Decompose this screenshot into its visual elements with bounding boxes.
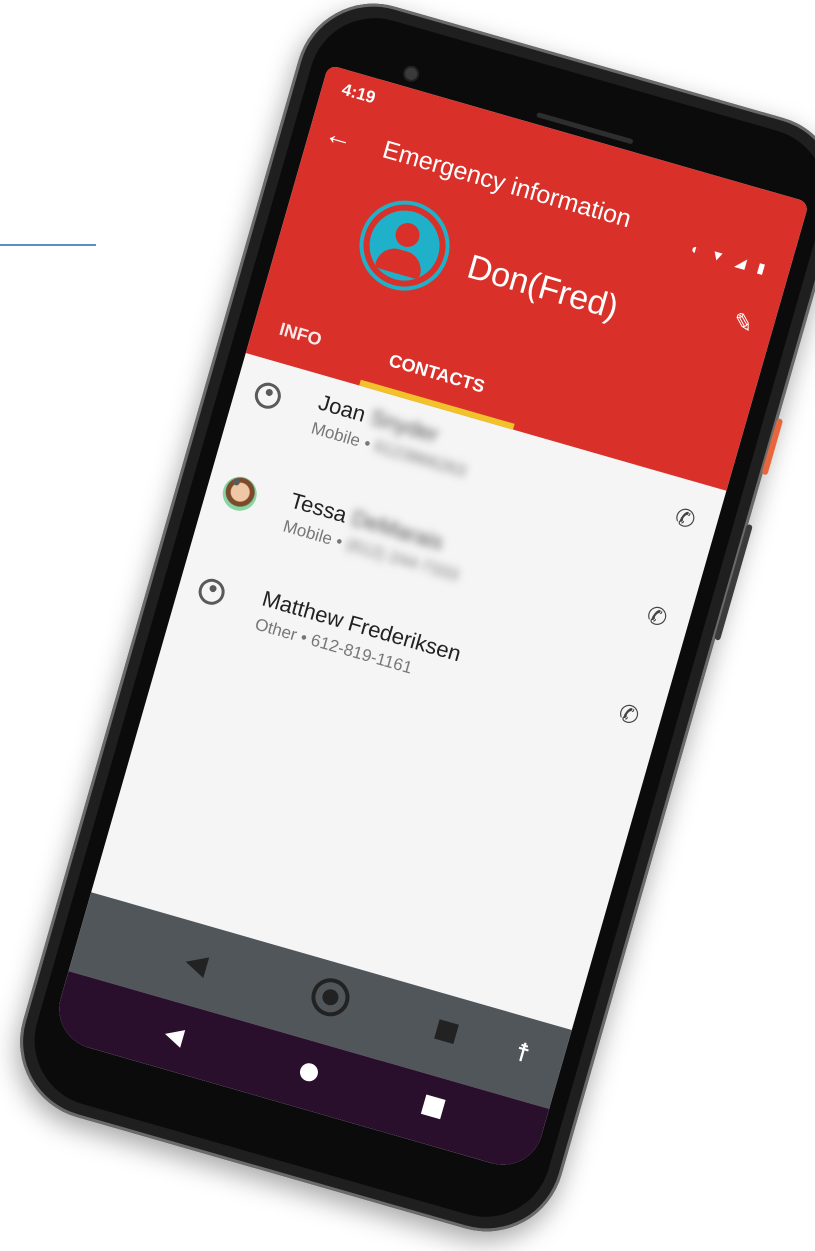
call-phone-icon[interactable]: ✆ [643,600,670,633]
edit-pencil-icon[interactable]: ✎ [729,307,757,340]
separator: • [298,627,310,648]
contact-avatar-icon [251,379,284,412]
status-time: 4:19 [339,79,378,108]
nav-back-icon[interactable]: ◀ [182,944,212,982]
separator: • [333,531,345,552]
phone-device: 4:19 ◐ ▼ ◢ ▮ ← Emergency information ✎ D… [1,0,815,1250]
back-arrow-icon[interactable]: ← [322,117,357,155]
system-home-icon[interactable] [297,1061,321,1084]
nav-recents-icon[interactable] [434,1019,459,1044]
call-phone-icon[interactable]: ✆ [615,698,642,731]
separator: • [361,433,373,454]
nav-home-icon[interactable] [306,973,354,1021]
tab-info[interactable]: INFO [277,319,324,351]
call-phone-icon[interactable]: ✆ [671,502,699,535]
status-icons: ◐ ▼ ◢ ▮ [689,240,772,278]
profile-name: Don(Fred) [463,247,623,327]
accessibility-icon[interactable]: ☨ [512,1036,534,1070]
profile-avatar-icon [361,202,448,289]
system-recents-icon[interactable] [420,1094,446,1120]
contact-photo-avatar [218,472,261,515]
front-camera [403,66,419,82]
contact-avatar-icon [195,575,228,608]
system-back-icon[interactable]: ◀ [161,1019,187,1052]
decorative-line [0,244,96,246]
